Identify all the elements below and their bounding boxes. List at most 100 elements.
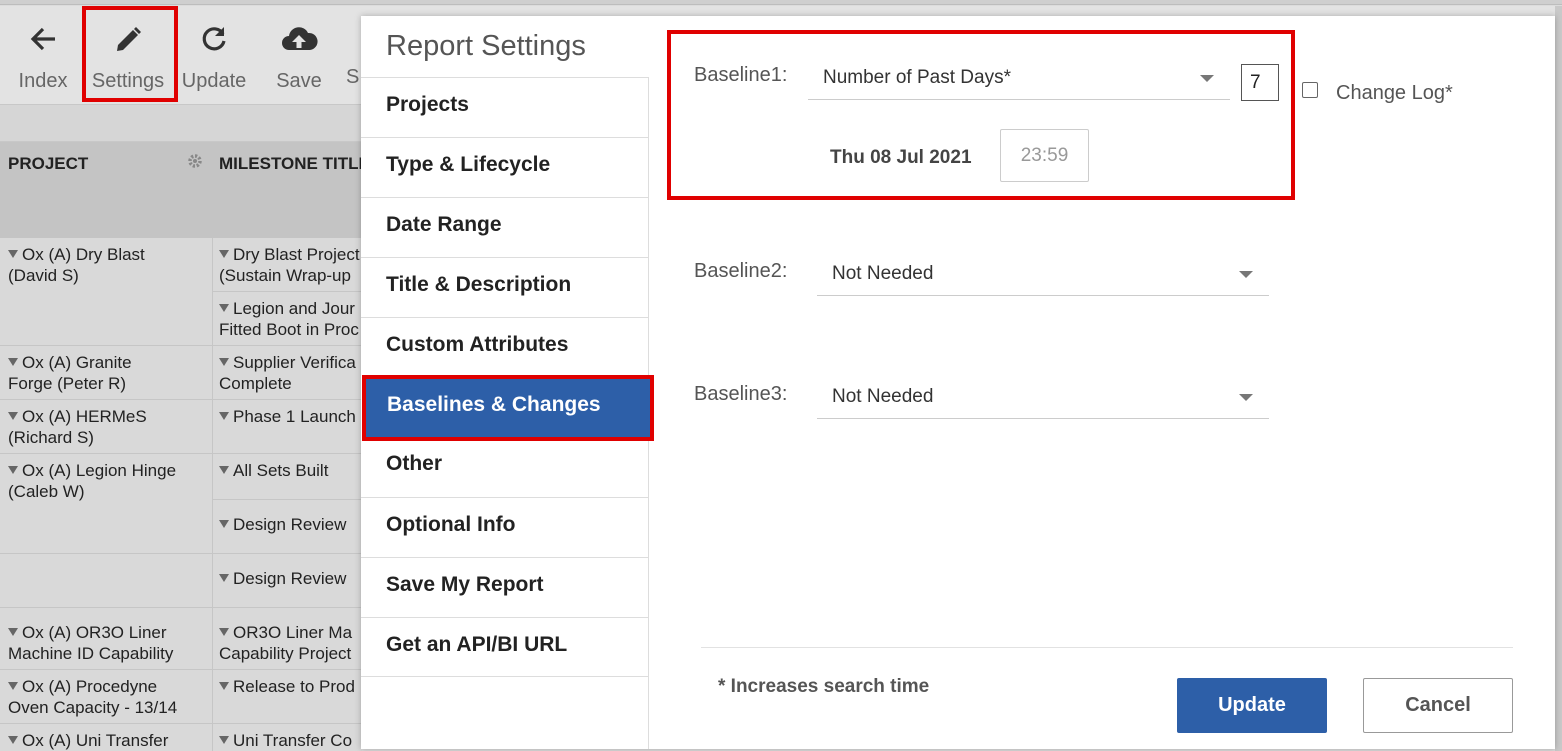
table-cell-project[interactable]: Ox (A) Uni Transfer [8,730,208,751]
cell-text: Complete [219,374,292,393]
nav-item-api-bi-url[interactable]: Get an API/BI URL [361,617,648,677]
expand-icon [8,736,18,744]
index-button[interactable]: Index [12,20,74,100]
baseline2-select[interactable]: Not Needed [817,250,1269,296]
expand-icon [219,250,229,258]
cell-text: Forge (Peter R) [8,374,127,393]
save-toolbar-label: Save [276,70,322,92]
cell-text: Ox (A) OR3O Liner [22,623,167,642]
cell-text: Oven Capacity - 13/14 [8,698,178,717]
nav-item-optional-info[interactable]: Optional Info [361,497,648,557]
nav-item-date-range[interactable]: Date Range [361,197,648,257]
table-cell-milestone: (Sustain Wrap-up [219,265,362,286]
baseline1-highlight-box [667,30,1295,200]
table-cell-project: (Richard S) [8,427,208,448]
nav-item-other[interactable]: Other [361,437,648,497]
expand-icon [219,412,229,420]
cancel-button[interactable]: Cancel [1363,678,1513,733]
cell-text: Design Review [233,569,347,588]
change-log-label: Change Log* [1336,82,1453,104]
table-cell-milestone[interactable]: Dry Blast Project [219,244,362,265]
table-cell-milestone: Fitted Boot in Proc [219,319,362,340]
cell-text: Ox (A) Legion Hinge [22,461,177,480]
change-log-checkbox[interactable] [1302,82,1318,98]
table-cell-milestone[interactable]: Supplier Verifica [219,352,362,373]
chevron-down-icon [1239,271,1253,278]
cell-text: Ox (A) Procedyne [22,677,158,696]
table-cell-milestone[interactable]: Design Review [219,568,362,589]
cell-text: OR3O Liner Ma [233,623,353,642]
nav-item-projects[interactable]: Projects [361,77,648,137]
chevron-down-icon [1239,394,1253,401]
grid-column-divider [212,238,213,751]
baseline3-selected-value: Not Needed [832,386,934,407]
baseline3-select[interactable]: Not Needed [817,373,1269,419]
table-cell-project[interactable]: Ox (A) Legion Hinge [8,460,208,481]
expand-icon [219,304,229,312]
baseline2-selected-value: Not Needed [832,263,934,284]
row-divider [0,399,362,400]
table-cell-project[interactable]: Ox (A) OR3O Liner [8,622,208,643]
table-cell-project: (David S) [8,265,208,286]
table-cell-project[interactable]: Ox (A) Dry Blast [8,244,208,265]
cell-text: Phase 1 Launch [233,407,356,426]
report-settings-dialog: Report Settings Projects Type & Lifecycl… [361,16,1555,749]
settings-highlight-box [82,6,178,102]
expand-icon [219,574,229,582]
cell-text: (Richard S) [8,428,94,447]
cloud-upload-icon [266,24,332,64]
save-toolbar-button[interactable]: Save [266,20,332,100]
settings-sidebar: Projects Type & Lifecycle Date Range Tit… [361,77,654,749]
gear-icon[interactable] [186,152,204,175]
row-divider [0,345,362,346]
table-cell-milestone: Complete [219,373,362,394]
table-cell-milestone[interactable]: All Sets Built [219,460,362,481]
table-cell-project: Forge (Peter R) [8,373,208,394]
expand-icon [8,682,18,690]
window-top-edge [0,0,1562,5]
expand-icon [8,358,18,366]
table-cell-milestone[interactable]: Release to Prod [219,676,362,697]
cell-text: Release to Prod [233,677,355,696]
nav-item-title-description[interactable]: Title & Description [361,257,648,317]
row-divider [0,669,362,670]
cell-text: Uni Transfer Co [233,731,353,750]
dialog-title: Report Settings [386,30,586,62]
row-divider [0,607,362,608]
column-milestone-header[interactable]: MILESTONE TITLE [219,154,362,174]
row-divider [212,499,362,500]
table-cell-project: (Caleb W) [8,481,208,502]
cell-text: Dry Blast Project [233,245,360,264]
nav-item-type-lifecycle[interactable]: Type & Lifecycle [361,137,648,197]
grid-filter-band [0,104,362,142]
table-cell-milestone[interactable]: Legion and Jour [219,298,362,319]
column-project-header[interactable]: PROJECT [8,154,88,174]
cell-text: Fitted Boot in Proc [219,320,359,339]
update-button[interactable]: Update [1177,678,1327,733]
row-divider [0,553,362,554]
update-toolbar-label: Update [181,70,247,92]
background-right-edge [1555,6,1562,751]
grid-body: Ox (A) Dry Blast (David S) Dry Blast Pro… [0,238,362,751]
nav-item-save-my-report[interactable]: Save My Report [361,557,648,617]
grid-header: PROJECT MILESTONE TITLE [0,142,362,238]
cell-text: Supplier Verifica [233,353,356,372]
nav-item-custom-attributes[interactable]: Custom Attributes [361,317,648,377]
table-cell-milestone[interactable]: Uni Transfer Co [219,730,362,751]
expand-icon [219,520,229,528]
table-cell-project[interactable]: Ox (A) Granite [8,352,208,373]
nav-item-baselines-changes[interactable]: Baselines & Changes [362,375,654,441]
table-cell-project[interactable]: Ox (A) Procedyne [8,676,208,697]
table-cell-milestone[interactable]: OR3O Liner Ma [219,622,362,643]
row-divider [212,291,362,292]
cell-text: (Caleb W) [8,482,85,501]
cell-text: Ox (A) Uni Transfer [22,731,169,750]
update-toolbar-button[interactable]: Update [178,20,250,100]
index-label: Index [18,70,68,92]
table-cell-milestone[interactable]: Phase 1 Launch [219,406,362,427]
table-cell-milestone[interactable]: Design Review [219,514,362,535]
expand-icon [8,628,18,636]
row-divider [0,723,362,724]
table-cell-project[interactable]: Ox (A) HERMeS [8,406,208,427]
expand-icon [219,628,229,636]
